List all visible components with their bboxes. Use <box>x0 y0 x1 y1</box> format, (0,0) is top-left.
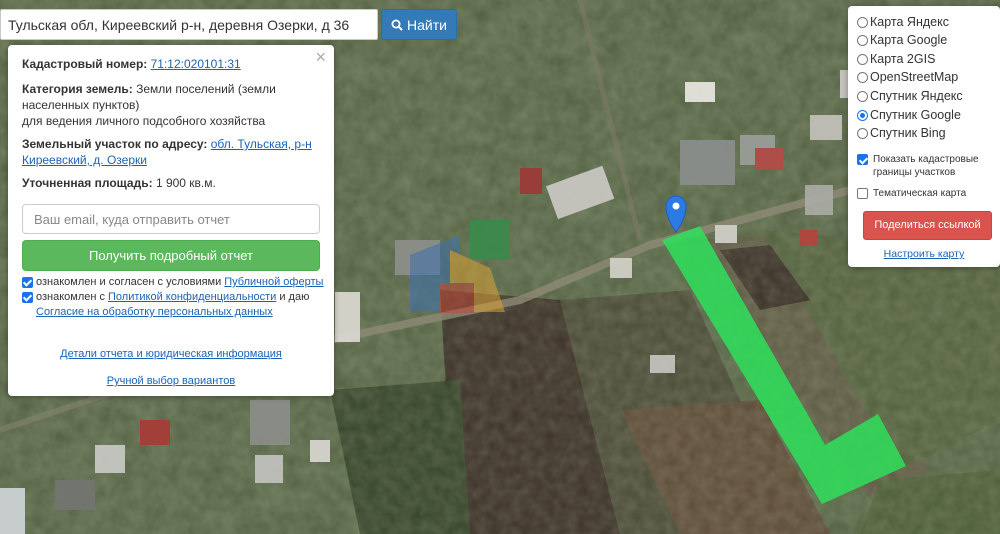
offer-checkbox[interactable] <box>22 276 33 288</box>
map-type-label: Карта Google <box>870 33 948 47</box>
personal-data-consent-link[interactable]: Согласие на обработку персональных данны… <box>36 305 273 319</box>
radio-button[interactable] <box>857 53 868 65</box>
cadastral-borders-label-2: границы участков <box>873 167 956 178</box>
cadastral-number-row: Кадастровый номер: 71:12:020101:31 <box>22 56 322 72</box>
map-type-label: Спутник Google <box>870 108 961 122</box>
thematic-map-checkbox[interactable] <box>857 188 868 199</box>
cadastral-borders-checkbox[interactable] <box>857 154 868 165</box>
privacy-policy-link[interactable]: Политикой конфиденциальности <box>108 290 276 304</box>
radio-button[interactable] <box>857 90 868 102</box>
parcel-info-panel: × Кадастровый номер: 71:12:020101:31 Кат… <box>8 45 334 396</box>
thematic-map-label: Тематическая карта <box>873 188 967 199</box>
area-row: Уточненная площадь: 1 900 кв.м. <box>22 175 322 191</box>
thematic-map-toggle[interactable]: Тематическая карта <box>857 187 966 200</box>
map-type-option[interactable]: Карта Яндекс <box>857 14 949 30</box>
public-offer-link[interactable]: Публичной оферты <box>224 275 323 289</box>
map-settings-link[interactable]: Настроить карту <box>884 248 965 260</box>
share-link-button[interactable]: Поделиться ссылкой <box>863 211 992 240</box>
consent-row: Согласие на обработку персональных данны… <box>36 305 273 319</box>
area-label: Уточненная площадь: <box>22 176 153 190</box>
land-category-label: Категория земель: <box>22 82 133 96</box>
manual-choice-row: Ручной выбор вариантов <box>8 375 334 387</box>
land-category-value-3: для ведения личного подсобного хозяйства <box>22 114 266 128</box>
email-field[interactable] <box>22 204 320 234</box>
map-type-option[interactable]: Спутник Bing <box>857 125 946 141</box>
radio-button-selected[interactable] <box>857 109 868 121</box>
manual-choice-link[interactable]: Ручной выбор вариантов <box>107 375 235 387</box>
map-type-option-selected[interactable]: Спутник Google <box>857 107 961 123</box>
map-type-option[interactable]: Спутник Яндекс <box>857 88 963 104</box>
search-icon <box>391 19 403 31</box>
map-type-label: OpenStreetMap <box>870 70 959 84</box>
address-row: Земельный участок по адресу: обл. Тульск… <box>22 136 322 168</box>
search-button-label: Найти <box>407 16 447 33</box>
privacy-checkbox[interactable] <box>22 291 33 303</box>
map-type-label: Карта Яндекс <box>870 15 949 29</box>
offer-agreement-text: ознакомлен и согласен с условиями <box>36 276 222 288</box>
map-type-option[interactable]: OpenStreetMap <box>857 69 958 85</box>
address-link-2[interactable]: Киреевский, д. Озерки <box>22 153 147 167</box>
cadastral-number-label: Кадастровый номер: <box>22 57 148 71</box>
map-type-label: Спутник Яндекс <box>870 89 963 103</box>
address-label: Земельный участок по адресу: <box>22 137 208 151</box>
cadastral-borders-label-1: Показать кадастровые <box>873 154 979 165</box>
privacy-agreement-tail: и даю <box>279 291 310 303</box>
map-type-label: Спутник Bing <box>870 126 946 140</box>
report-details-row: Детали отчета и юридическая информация <box>8 348 334 360</box>
map-type-panel: Карта Яндекс Карта Google Карта 2GIS Ope… <box>848 6 1000 267</box>
cadastral-borders-toggle[interactable]: Показать кадастровые границы участков <box>857 153 979 179</box>
land-category-value-1: Земли поселений (земли <box>136 82 276 96</box>
cadastral-borders-label: Показать кадастровые границы участков <box>873 153 979 179</box>
map-type-option[interactable]: Карта Google <box>857 32 947 48</box>
radio-button[interactable] <box>857 34 868 46</box>
area-value: 1 900 кв.м. <box>155 176 216 190</box>
map-type-option[interactable]: Карта 2GIS <box>857 51 935 67</box>
report-details-link[interactable]: Детали отчета и юридическая информация <box>60 348 282 360</box>
get-report-button[interactable]: Получить подробный отчет <box>22 240 320 271</box>
search-button[interactable]: Найти <box>381 9 457 40</box>
map-type-label: Карта 2GIS <box>870 52 936 66</box>
address-search-input[interactable] <box>0 9 378 40</box>
radio-button[interactable] <box>857 127 868 139</box>
address-link-1[interactable]: обл. Тульская, р-н <box>211 137 312 151</box>
radio-button[interactable] <box>857 71 868 83</box>
privacy-agreement-text: ознакомлен с <box>36 291 106 303</box>
privacy-agreement-row: ознакомлен с Политикой конфиденциальност… <box>22 290 309 304</box>
cadastral-number-link[interactable]: 71:12:020101:31 <box>151 57 241 71</box>
land-category-value-2: населенных пунктов) <box>22 98 140 112</box>
radio-button[interactable] <box>857 16 868 28</box>
offer-agreement-row: ознакомлен и согласен с условиями Публич… <box>22 275 323 289</box>
land-category-row: Категория земель: Земли поселений (земли… <box>22 81 322 129</box>
map-settings-row: Настроить карту <box>848 248 1000 260</box>
